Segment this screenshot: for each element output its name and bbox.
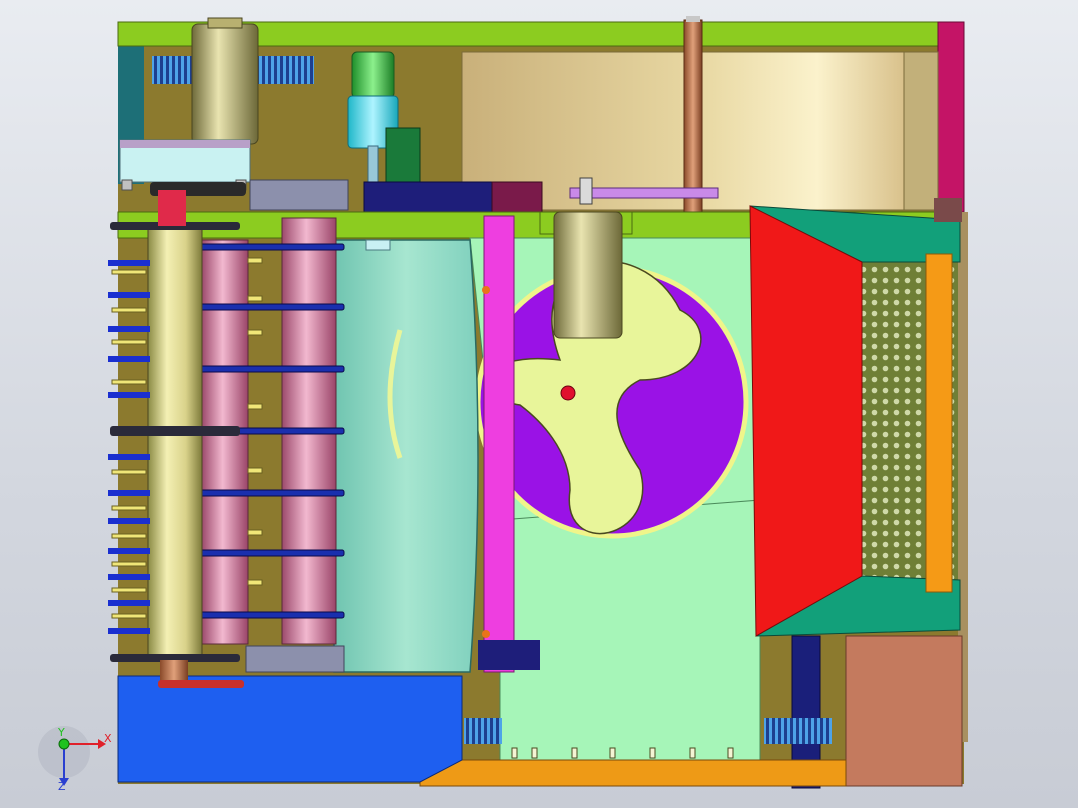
pink-post — [483, 215, 515, 673]
triad-y-label: Y — [57, 726, 65, 739]
drum-right-cap — [903, 51, 939, 211]
roller-flange-mid — [110, 426, 240, 436]
drum-copper-rod — [683, 19, 703, 215]
triad-z-label: Z — [58, 780, 66, 793]
red-chute-panel — [749, 205, 863, 637]
rotor-hub — [560, 385, 576, 401]
bottom-link-bar — [158, 680, 244, 688]
fin-block-lower-right — [764, 718, 832, 744]
fin-block-upper-left — [152, 56, 192, 84]
salmon-block — [845, 635, 963, 787]
orange-base-bar — [419, 759, 847, 787]
pink-post-base — [478, 640, 540, 670]
gold-roller — [147, 225, 203, 659]
maroon-block — [491, 181, 543, 213]
upper-motor-cap — [207, 17, 243, 29]
right-frame-post — [937, 21, 965, 213]
fin-block-upper-mid — [258, 56, 314, 84]
motor-shaft — [367, 145, 379, 183]
orange-strip — [925, 253, 953, 593]
grey-plate — [249, 179, 349, 211]
roller-shaft-red — [158, 190, 186, 226]
triad-x-label: X — [104, 732, 112, 745]
fin-block-lower-left — [464, 718, 502, 744]
drive-motor — [553, 211, 623, 339]
drum-rod-cap — [686, 16, 700, 22]
post-bolt-top — [482, 286, 490, 294]
green-motor — [351, 51, 395, 99]
cad-viewport[interactable]: X Y Z — [0, 0, 1078, 808]
mount-nut-left — [121, 179, 133, 191]
pink-roller-left — [201, 239, 249, 645]
upper-motor-can — [191, 23, 259, 145]
axis-triad[interactable]: X Y Z — [38, 726, 112, 793]
navy-block — [363, 181, 495, 213]
drive-arm-pin — [579, 177, 593, 205]
blue-base-block — [117, 675, 463, 783]
bottom-grey-plate — [245, 645, 345, 673]
chute-clip — [934, 198, 962, 222]
window-tab-top — [365, 239, 391, 251]
post-bolt-bottom — [482, 630, 490, 638]
teal-window — [333, 239, 479, 673]
triad-y-point — [58, 738, 70, 750]
motor-mount-plate-top — [120, 140, 250, 148]
